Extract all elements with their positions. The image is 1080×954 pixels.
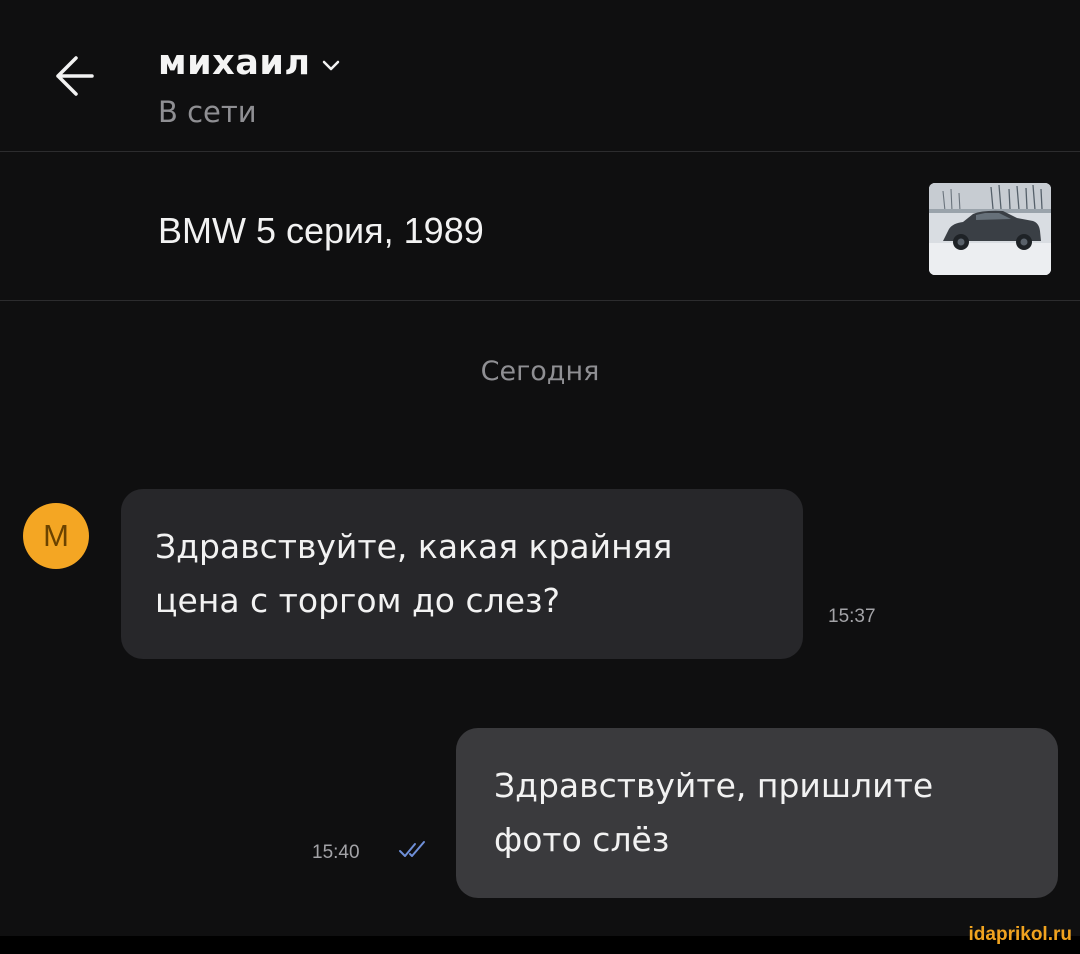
outgoing-message-bubble[interactable]: Здравствуйте, пришлите фото слёз [456,728,1058,898]
chevron-down-icon [321,59,341,73]
message-text-line: Здравствуйте, какая крайняя [155,527,673,566]
message-text-line: фото слёз [494,820,670,859]
chat-header: михаил В сети [0,0,1080,150]
message-text-line: цена с торгом до слез? [155,581,561,620]
listing-divider [0,300,1080,301]
message-timestamp: 15:40 [312,842,360,863]
contact-name: михаил [158,43,311,83]
watermark: idaprikol.ru [968,924,1072,945]
back-button[interactable] [46,46,106,106]
listing-card[interactable]: BMW 5 серия, 1989 [0,152,1080,300]
double-check-icon [398,840,428,860]
message-timestamp: 15:37 [828,606,876,627]
bottom-bar [0,936,1080,954]
car-photo [929,183,1051,275]
arrow-left-icon [56,56,94,96]
listing-thumbnail[interactable] [929,183,1051,275]
date-separator: Сегодня [480,356,600,387]
avatar[interactable]: М [23,503,89,569]
listing-title: BMW 5 серия, 1989 [158,210,484,251]
chat-screen: михаил В сети BMW 5 серия, 1989 Сегодня … [0,0,1080,954]
online-status: В сети [158,95,257,129]
contact-name-dropdown[interactable]: михаил [158,38,341,88]
incoming-message-bubble[interactable]: Здравствуйте, какая крайняя цена с торго… [121,489,803,659]
message-text-line: Здравствуйте, пришлите [494,766,934,805]
